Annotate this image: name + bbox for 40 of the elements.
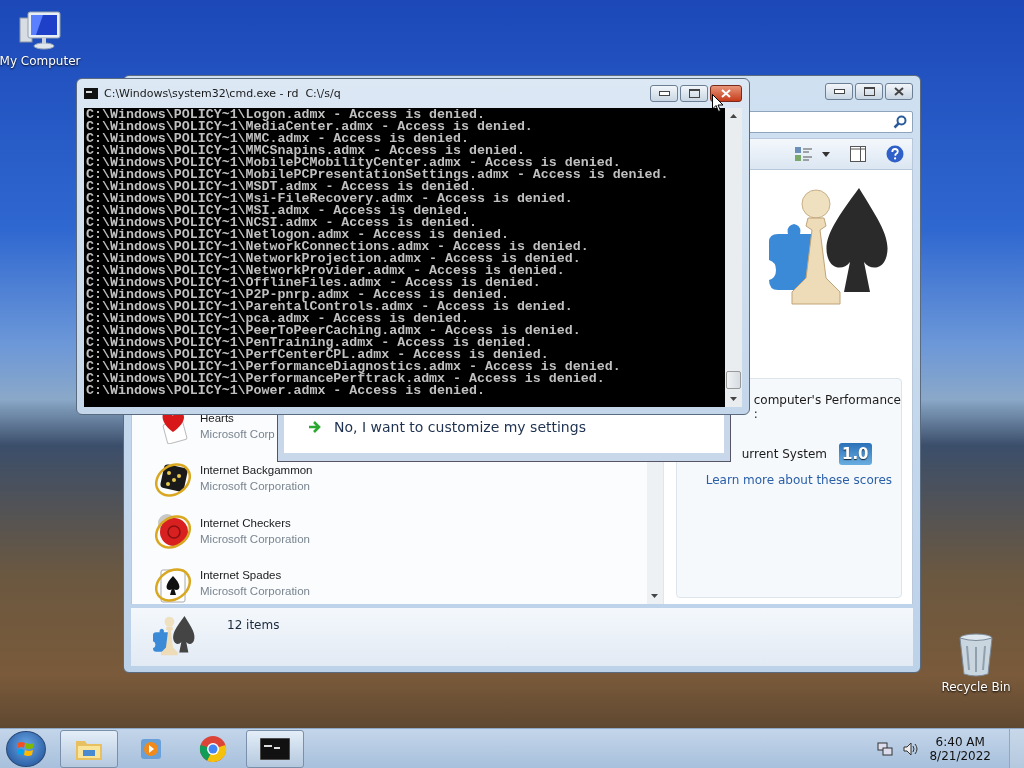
console-line: C:\Windows\POLICY~1\NCSI.admx - Access is denied. <box>86 217 477 229</box>
clock-date: 8/21/2022 <box>929 748 991 763</box>
clock-time: 6:40 AM <box>935 734 985 749</box>
console-line: C:\Windows\POLICY~1\NetworkConnections.admx - Access is denied. <box>86 241 590 253</box>
console-line: C:\Windows\POLICY~1\MMCSnapins.admx - Access is denied. <box>86 145 525 157</box>
console-line: C:\Windows\POLICY~1\MSI.admx - Access is denied. <box>86 205 469 217</box>
console-line: C:\Windows\POLICY~1\MediaCenter.admx - Access is denied. <box>86 121 534 133</box>
console-line: C:\Windows\POLICY~1\Msi-FileRecovery.admx - Access is denied. <box>86 193 574 205</box>
game-publisher: Microsoft Corp <box>200 426 275 442</box>
console-line: C:\Windows\POLICY~1\OfflineFiles.admx - Access is denied. <box>86 277 542 289</box>
console-line: C:\Windows\POLICY~1\PerfCenterCPL.admx - Access is denied. <box>86 349 549 361</box>
performance-heading: : <box>753 407 759 421</box>
console-line: C:\Windows\POLICY~1\ParentalControls.admx - Access is denied. <box>86 301 574 313</box>
game-publisher: Microsoft Corporation <box>200 531 310 547</box>
console-line: C:\Windows\POLICY~1\PerformancePerftrack.admx - Access is denied. <box>86 373 606 385</box>
game-name: Internet Checkers <box>200 515 292 531</box>
console-line: C:\Windows\POLICY~1\Logon.admx - Access is denied. <box>86 109 485 121</box>
console-line: C:\Windows\POLICY~1\P2P-pnrp.admx - Access is denied. <box>86 289 510 301</box>
item-count: 12 items <box>227 618 280 632</box>
console-line: C:\Windows\POLICY~1\NetworkProjection.admx - Access is denied. <box>86 253 582 265</box>
game-name: Internet Spades <box>200 568 283 584</box>
current-system-label: urrent System <box>741 447 827 461</box>
console-line: C:\Windows\POLICY~1\Power.admx - Access is denied. <box>86 385 486 397</box>
console-line: C:\Windows\POLICY~1\pca.admx - Access is denied. <box>86 313 469 325</box>
console-line: C:\Windows\POLICY~1\MobilePCMobilityCenter.admx - Access is denied. <box>86 157 621 169</box>
console-line: C:\Windows\POLICY~1\MMC.admx - Access is denied. <box>86 133 469 145</box>
window-title: C:\Windows\system32\cmd.exe - rd C:\/s/q <box>104 87 342 100</box>
game-publisher: Microsoft Corporation <box>200 479 311 495</box>
game-name: Hearts <box>200 410 235 426</box>
performance-heading: computer's Performance <box>753 393 901 407</box>
console-line: C:\Windows\POLICY~1\NetworkProvider.admx - Access is denied. <box>86 265 566 277</box>
score-badge: 1.0 <box>839 443 872 465</box>
console-line: C:\Windows\POLICY~1\PerformanceDiagnostics.admx - Access is denied. <box>86 361 622 373</box>
console-line: C:\Windows\POLICY~1\MobilePCPresentationSettings.admx - Access is denied. <box>86 169 670 181</box>
console-line: C:\Windows\POLICY~1\Netlogon.admx - Access is denied. <box>86 229 509 241</box>
console-line: C:\Windows\POLICY~1\MSDT.admx - Access is denied. <box>86 181 477 193</box>
console-line: C:\Windows\POLICY~1\PeerToPeerCaching.admx - Access is denied. <box>86 325 582 337</box>
game-name: Internet Backgammon <box>200 463 313 479</box>
console-line: C:\Windows\POLICY~1\PenTraining.admx - Access is denied. <box>86 337 533 349</box>
game-publisher: Microsoft Corporation <box>200 584 310 600</box>
